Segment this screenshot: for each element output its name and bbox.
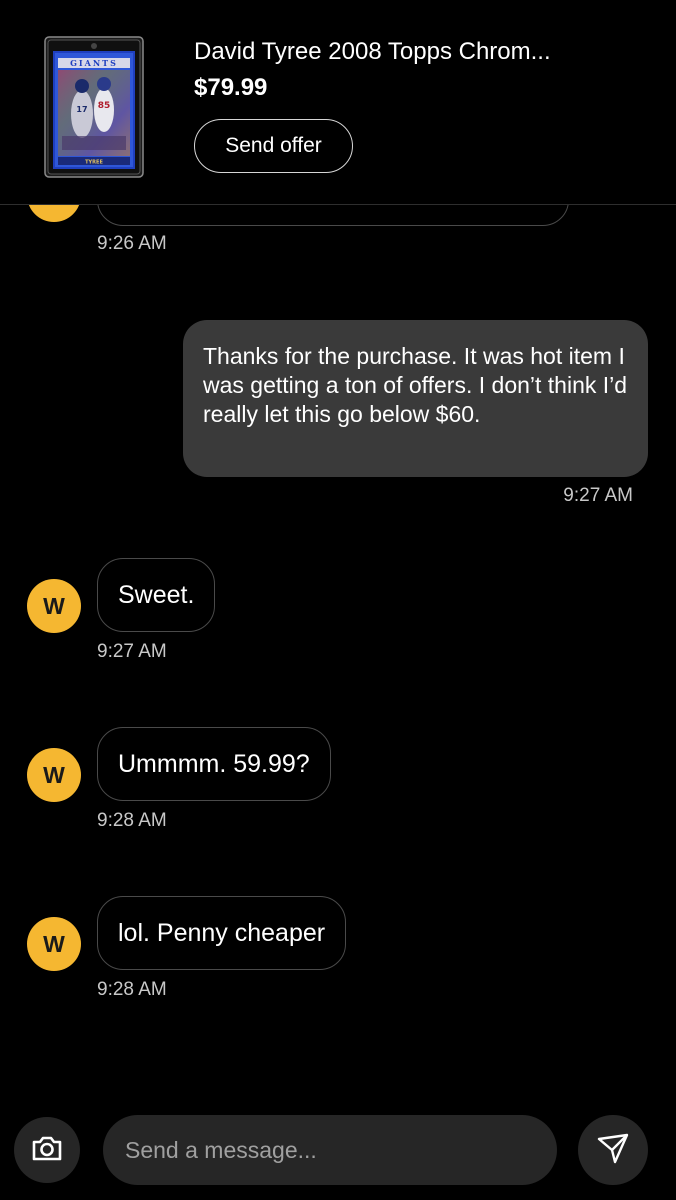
message-time: 9:28 AM (97, 979, 167, 1000)
card-player-text: TYREE (85, 160, 103, 166)
camera-icon (31, 1134, 63, 1167)
incoming-message-bubble: Ummmm. 59.99? (97, 727, 331, 801)
card-team-text: GIANTS (70, 58, 118, 68)
item-price: $79.99 (194, 74, 268, 101)
message-time: 9:28 AM (97, 810, 167, 831)
send-icon (596, 1131, 630, 1170)
listing-header: GIANTS 85 17 TYREE David Tyree 2008 Topp… (0, 0, 676, 205)
svg-text:85: 85 (98, 101, 111, 111)
incoming-message-bubble: lol. Penny cheaper (97, 896, 347, 970)
send-button[interactable] (578, 1115, 648, 1185)
avatar[interactable]: W (27, 748, 81, 802)
item-title[interactable]: David Tyree 2008 Topps Chrom... (194, 38, 551, 66)
incoming-message-bubble: Sweet. (97, 558, 216, 632)
item-thumbnail[interactable]: GIANTS 85 17 TYREE (44, 36, 144, 178)
message-time: 9:27 AM (563, 485, 633, 506)
message-input[interactable] (103, 1115, 557, 1185)
outgoing-message-bubble: Thanks for the purchase. It was hot item… (183, 320, 648, 477)
avatar[interactable]: W (27, 579, 81, 633)
send-offer-button[interactable]: Send offer (194, 119, 353, 173)
message-time: 9:27 AM (97, 641, 167, 662)
message-time: 9:26 AM (97, 233, 167, 254)
avatar[interactable]: W (27, 917, 81, 971)
svg-text:17: 17 (76, 105, 87, 114)
camera-button[interactable] (14, 1117, 80, 1183)
